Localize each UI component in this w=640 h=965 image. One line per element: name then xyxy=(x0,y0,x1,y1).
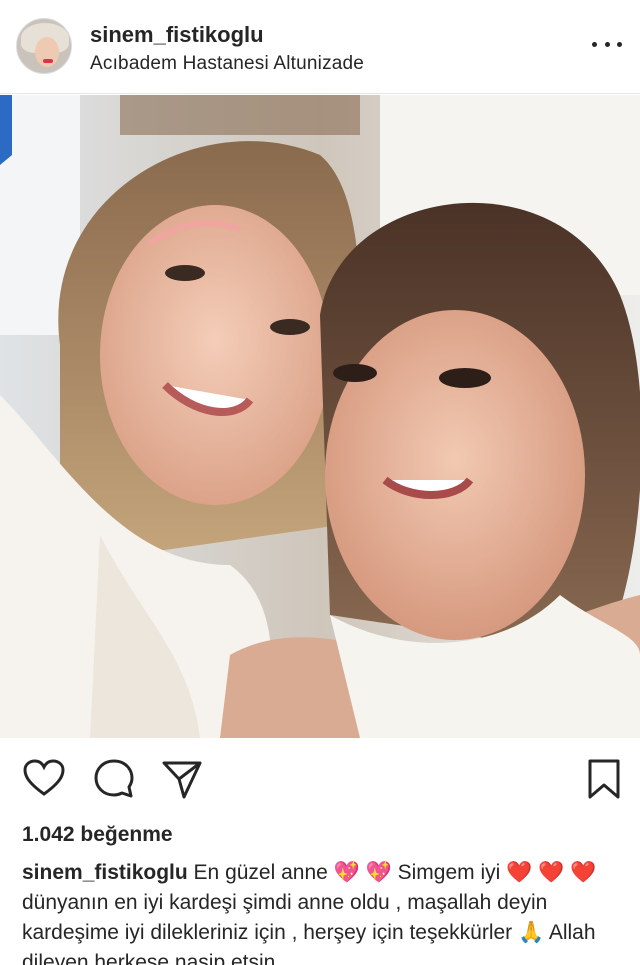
post-header: sinem_fistikoglu Acıbadem Hastanesi Altu… xyxy=(0,0,640,94)
avatar-lips xyxy=(43,59,53,63)
send-icon[interactable] xyxy=(160,757,204,801)
more-options-icon[interactable] xyxy=(592,32,622,56)
post-username[interactable]: sinem_fistikoglu xyxy=(90,22,264,48)
post-location[interactable]: Acıbadem Hastanesi Altunizade xyxy=(90,53,364,75)
post-caption: sinem_fistikoglu En güzel anne 💖 💖 Simge… xyxy=(22,858,622,965)
heart-icon[interactable] xyxy=(22,757,66,801)
likes-count[interactable]: 1.042 beğenme xyxy=(22,823,173,847)
comment-icon[interactable] xyxy=(92,757,136,801)
post-actions-bar xyxy=(0,745,640,815)
bookmark-icon[interactable] xyxy=(582,757,626,801)
caption-username[interactable]: sinem_fistikoglu xyxy=(22,861,188,884)
photo-illustration xyxy=(0,95,640,738)
post-photo[interactable] xyxy=(0,95,640,738)
profile-avatar[interactable] xyxy=(16,18,72,74)
